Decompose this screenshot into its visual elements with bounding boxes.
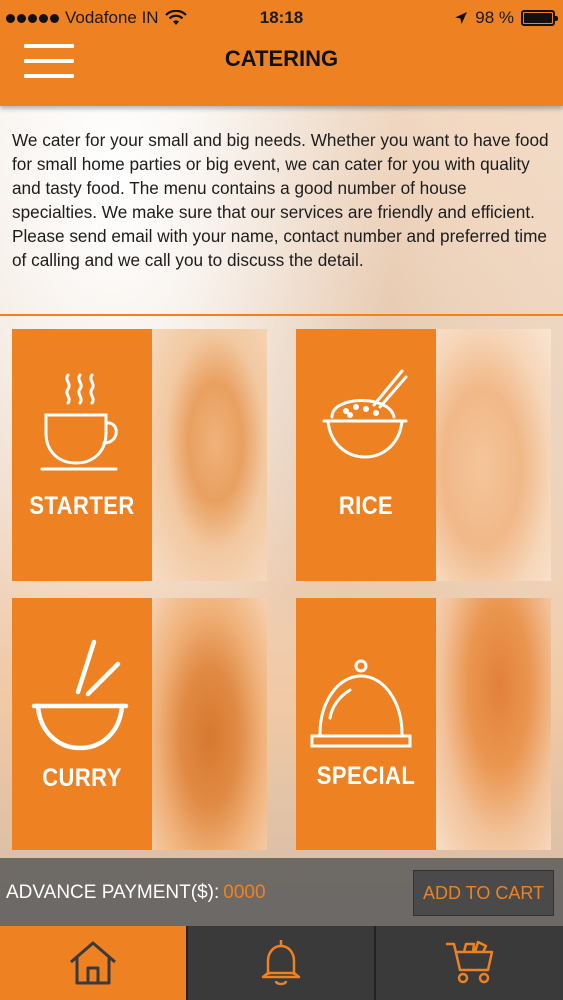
status-bar: Vodafone IN 18:18 98 % <box>0 0 563 36</box>
rice-bowl-icon <box>322 369 408 459</box>
cart-icon <box>445 940 493 984</box>
tab-notifications[interactable] <box>188 926 374 1000</box>
battery-icon <box>521 10 558 26</box>
tab-bar <box>0 926 563 1000</box>
page-title: CATERING <box>224 46 339 71</box>
tab-home[interactable] <box>0 926 186 1000</box>
category-label: RICE <box>338 492 394 520</box>
advance-payment-input[interactable]: 0000 <box>223 882 265 903</box>
payment-bar: ADVANCE PAYMENT($): 0000 ADD TO CART <box>0 858 563 926</box>
starter-food-photo <box>152 329 267 581</box>
category-label: STARTER <box>29 492 135 520</box>
special-food-photo <box>436 598 551 850</box>
home-icon <box>70 941 116 985</box>
intro-text: We cater for your small and big needs. W… <box>12 130 549 270</box>
advance-payment-row: ADVANCE PAYMENT($): 0000 <box>6 882 266 904</box>
coffee-cup-icon <box>40 373 118 471</box>
category-tile-starter[interactable]: STARTER <box>12 329 267 581</box>
status-right: 98 % <box>454 8 558 28</box>
category-tile-curry[interactable]: CURRY <box>12 598 267 850</box>
divider <box>0 314 563 316</box>
advance-payment-label: ADVANCE PAYMENT($): <box>6 882 220 903</box>
app-header: CATERING <box>0 36 563 106</box>
curry-food-photo <box>152 598 267 850</box>
bell-icon <box>261 940 301 986</box>
cloche-icon <box>310 659 412 748</box>
category-tile-special[interactable]: SPECIAL <box>296 598 551 850</box>
add-to-cart-button[interactable]: ADD TO CART <box>413 870 554 916</box>
category-tile-rice[interactable]: RICE <box>296 329 551 581</box>
tab-cart[interactable] <box>376 926 563 1000</box>
battery-percent: 98 % <box>475 8 514 27</box>
location-arrow-icon <box>455 12 468 24</box>
category-label: CURRY <box>42 764 122 792</box>
noodle-bowl-icon <box>31 639 129 751</box>
category-label: SPECIAL <box>316 762 416 790</box>
rice-food-photo <box>436 329 551 581</box>
